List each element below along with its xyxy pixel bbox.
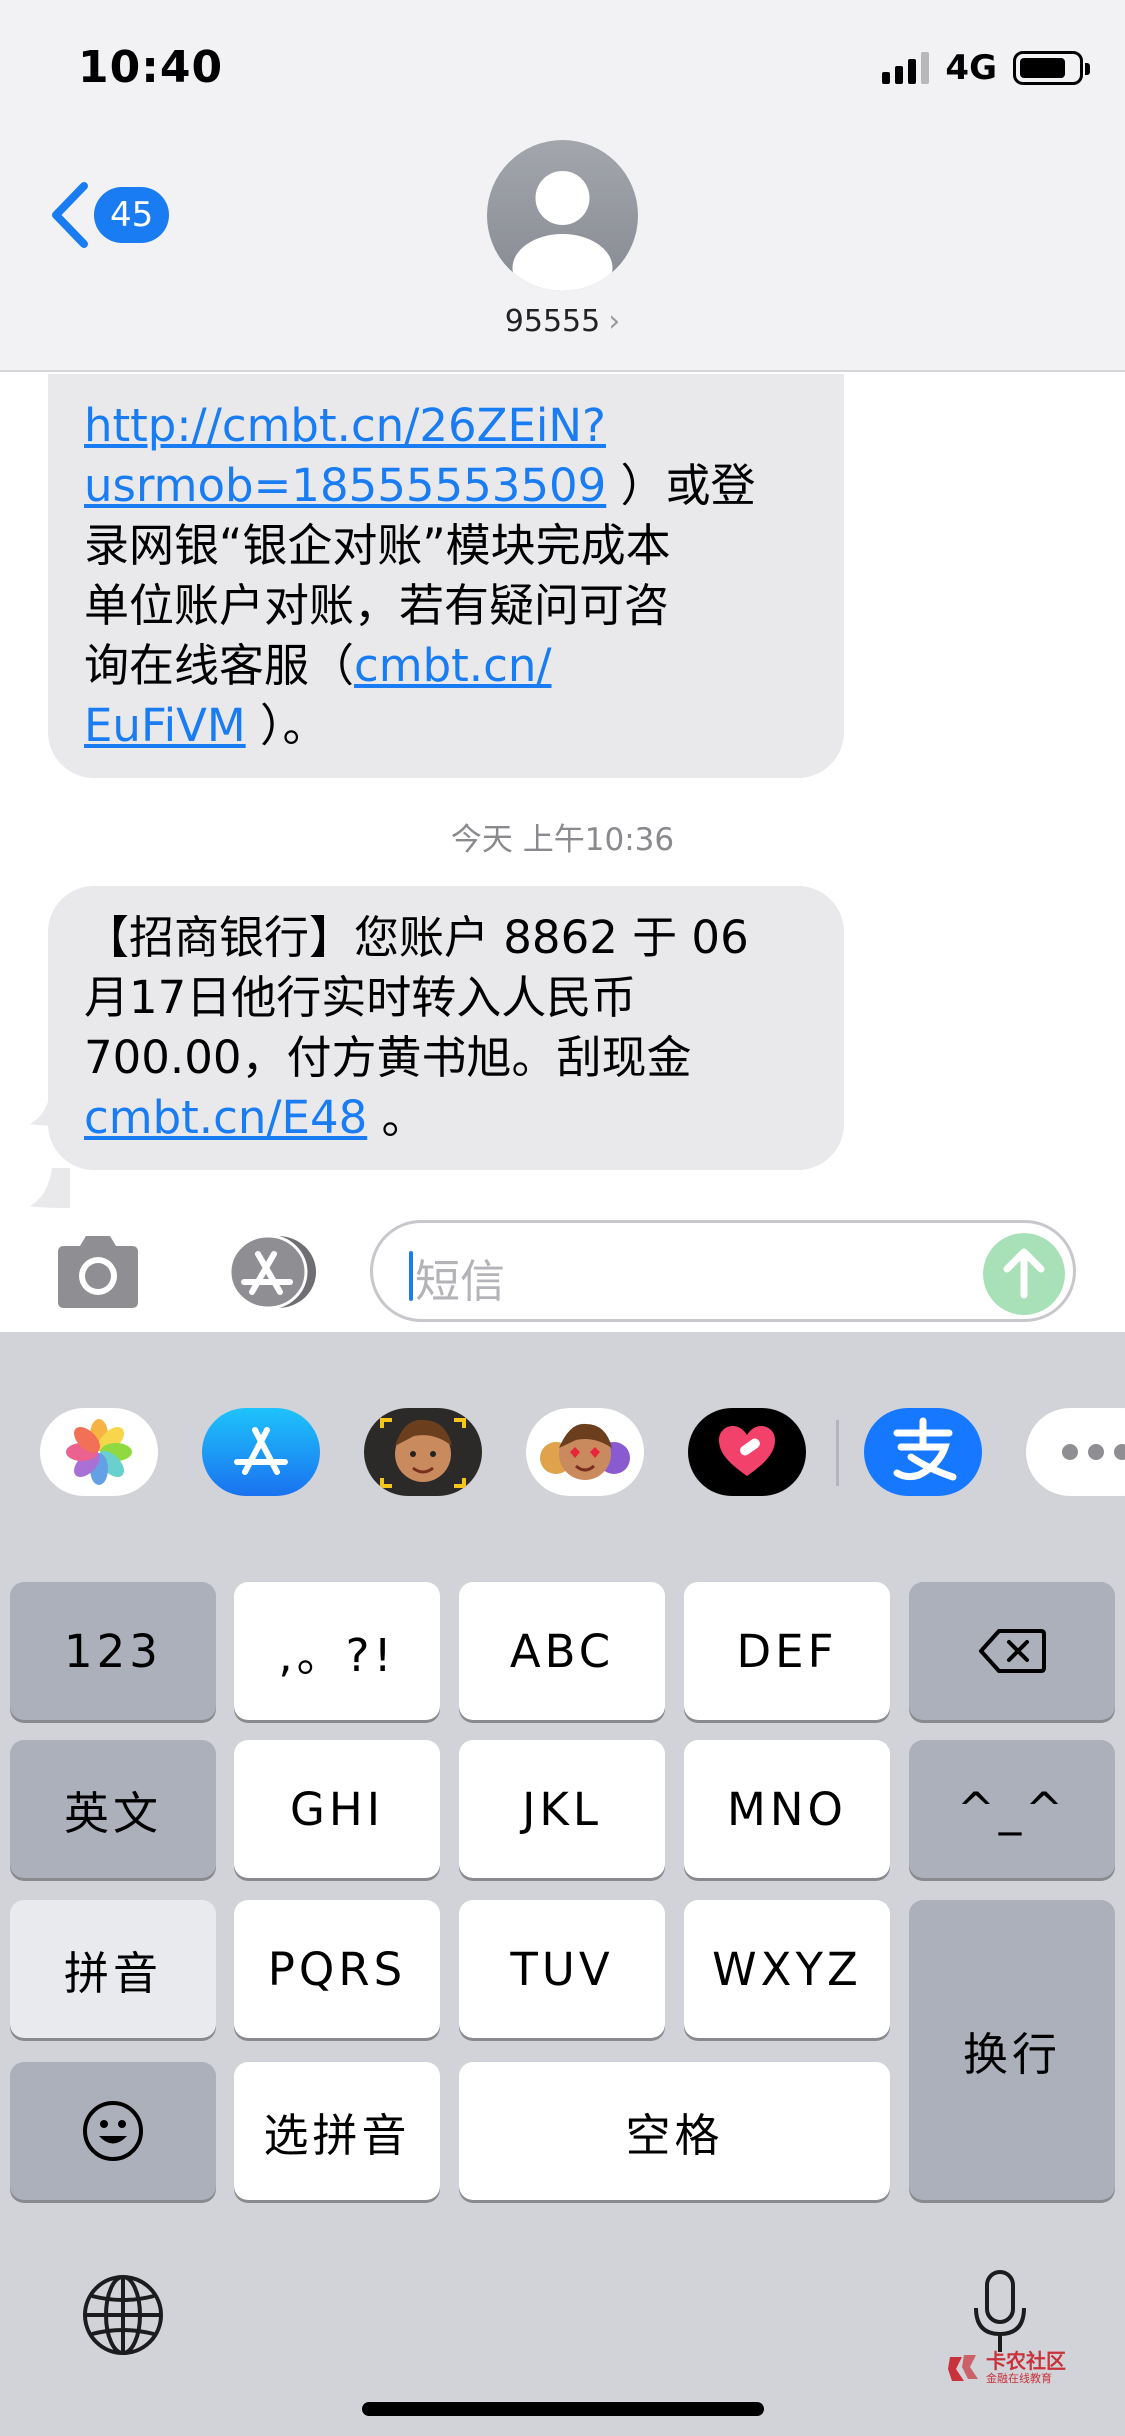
key-mno[interactable]: MNO (684, 1740, 890, 1878)
message-text: 700.00，付方黄书旭。刮现金 (84, 1031, 692, 1084)
message-text: ）或登 (606, 459, 756, 512)
heart-icon (719, 1426, 775, 1476)
contact-avatar[interactable] (487, 140, 638, 291)
bubble-tail (30, 1168, 70, 1208)
alipay-app-icon[interactable] (864, 1408, 982, 1496)
imessage-app-drawer (0, 1332, 1125, 1572)
photos-flower-icon (66, 1419, 132, 1485)
app-store-app-icon[interactable] (202, 1408, 320, 1496)
kanong-logo-icon (948, 2354, 978, 2381)
key-jkl[interactable]: JKL (459, 1740, 665, 1878)
message-text: 。 (367, 1091, 427, 1144)
message-text: 录网银“银企对账”模块完成本 (84, 519, 671, 572)
contact-name: 95555 (504, 304, 601, 339)
watermark-title: 卡农社区 (986, 2349, 1066, 2373)
more-apps-button[interactable] (1026, 1408, 1125, 1496)
photos-app-icon[interactable] (40, 1408, 158, 1496)
message-input-placeholder: 短信 (415, 1255, 506, 1308)
chevron-right-icon: › (608, 304, 621, 339)
message-link[interactable]: EuFiVM (84, 699, 246, 752)
message-bubble[interactable]: 【招商银行】您账户 8862 于 06 月17日他行实时转入人民币 700.00，付… (48, 886, 844, 1170)
message-input[interactable]: 短信 (370, 1220, 1076, 1322)
key-space[interactable]: 空格 (459, 2062, 890, 2200)
contact-name-button[interactable]: 95555 › (0, 304, 1125, 339)
watermark-subtitle: 金融在线教育 (986, 2372, 1052, 2385)
send-button[interactable] (983, 1233, 1065, 1315)
key-def[interactable]: DEF (684, 1582, 890, 1720)
message-text: 【招商银行】您账户 8862 于 06 (84, 911, 749, 964)
microphone-icon[interactable] (970, 2268, 1030, 2358)
key-emoji[interactable] (10, 2062, 216, 2200)
ellipsis-icon (1062, 1444, 1125, 1460)
message-link[interactable]: cmbt.cn/E48 (84, 1091, 367, 1144)
globe-icon[interactable] (80, 2272, 166, 2358)
drawer-divider (836, 1420, 839, 1486)
text-caret (409, 1251, 413, 1301)
network-type: 4G (945, 48, 997, 88)
message-text: ）。 (245, 699, 328, 752)
alipay-icon (893, 1417, 957, 1481)
key-numbers[interactable]: 123 (10, 1582, 216, 1720)
camera-icon[interactable] (50, 1232, 146, 1312)
message-link[interactable]: cmbt.cn/ (354, 639, 552, 692)
key-pinyin[interactable]: 拼音 (10, 1900, 216, 2038)
conversation-header: 10:40 4G 45 95555 › (0, 0, 1125, 372)
memoji-face-icon (380, 1418, 466, 1488)
key-punctuation[interactable]: ,。?! (234, 1582, 440, 1720)
digital-touch-app-icon[interactable] (688, 1408, 806, 1496)
message-text: 月17日他行实时转入人民币 (84, 971, 637, 1024)
backspace-icon (979, 1629, 1046, 1673)
key-pqrs[interactable]: PQRS (234, 1900, 440, 2038)
message-timestamp: 今天 上午10:36 (450, 822, 675, 858)
key-emoticon[interactable]: ^_^ (909, 1740, 1115, 1878)
memoji-stickers-icon (540, 1423, 630, 1480)
memoji-app-icon[interactable] (364, 1408, 482, 1496)
animoji-stickers-app-icon[interactable] (526, 1408, 644, 1496)
key-ghi[interactable]: GHI (234, 1740, 440, 1878)
key-abc[interactable]: ABC (459, 1582, 665, 1720)
watermark: 卡农社区 金融在线教育 (946, 2350, 1066, 2385)
key-tuv[interactable]: TUV (459, 1900, 665, 2038)
message-text: 单位账户对账，若有疑问可咨 (84, 579, 670, 632)
app-store-icon[interactable] (210, 1232, 320, 1312)
unread-count-badge: 45 (94, 187, 170, 243)
message-bubble[interactable]: http://cmbt.cn/26ZEiN? usrmob=18555553509… (48, 374, 844, 778)
pinyin-keyboard: 123 ,。?! ABC DEF 英文 GHI JKL MNO ^_^ 拼音 P… (0, 1572, 1125, 2436)
key-return[interactable]: 换行 (909, 1900, 1115, 2200)
smiley-icon (83, 2101, 143, 2161)
message-link[interactable]: http://cmbt.cn/26ZEiN? (84, 399, 606, 452)
message-link[interactable]: usrmob=18555553509 (84, 459, 606, 512)
status-time: 10:40 (78, 42, 224, 93)
key-select-pinyin[interactable]: 选拼音 (234, 2062, 440, 2200)
app-store-a-icon (234, 1427, 288, 1475)
key-wxyz[interactable]: WXYZ (684, 1900, 890, 2038)
message-text: 询在线客服（ (84, 639, 355, 692)
status-indicators: 4G (882, 48, 1090, 88)
home-indicator[interactable] (362, 2402, 764, 2416)
battery-icon (1013, 51, 1090, 85)
back-button[interactable]: 45 (48, 180, 170, 250)
chevron-left-icon (52, 182, 88, 248)
key-delete[interactable] (909, 1582, 1115, 1720)
person-icon (512, 171, 613, 291)
key-english[interactable]: 英文 (10, 1740, 216, 1878)
message-thread[interactable]: http://cmbt.cn/26ZEiN? usrmob=18555553509… (0, 374, 1125, 1214)
cellular-signal-icon (882, 52, 930, 84)
composer-bar: 短信 (0, 1210, 1125, 1332)
